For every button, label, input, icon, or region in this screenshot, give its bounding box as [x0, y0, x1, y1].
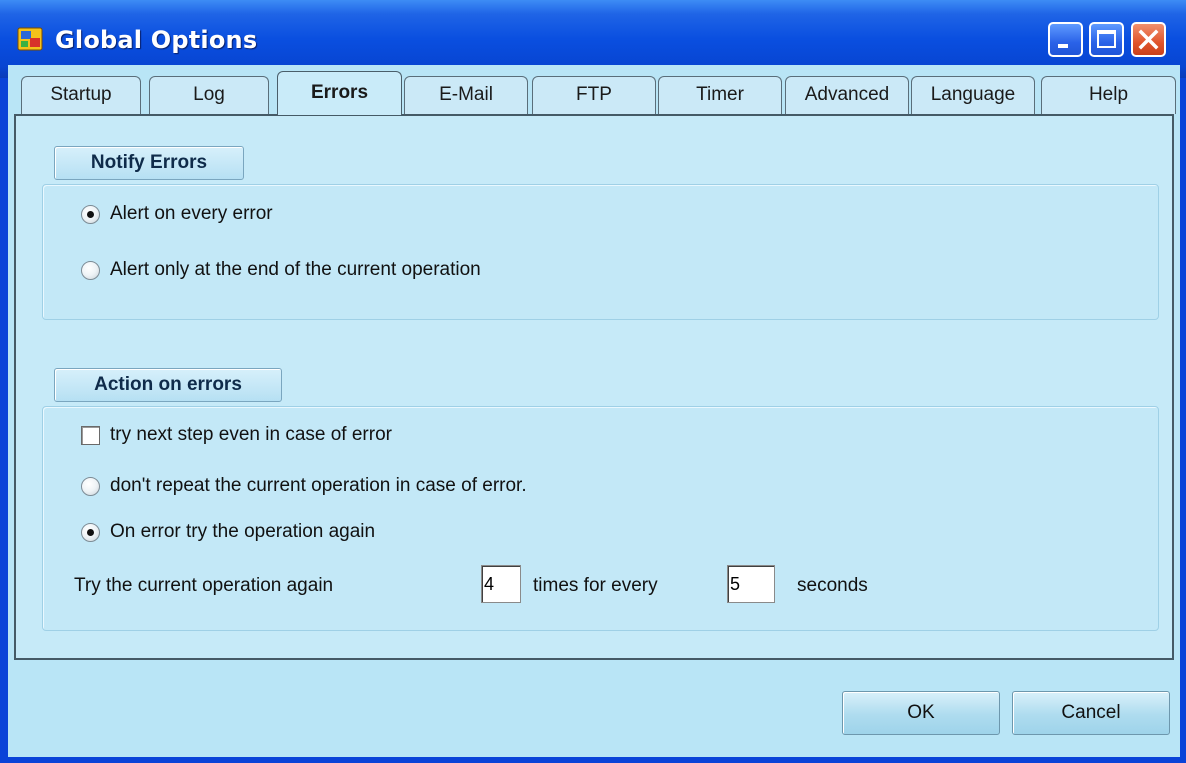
- alert-every-error-label[interactable]: Alert on every error: [110, 203, 273, 225]
- alert-every-error-radio[interactable]: [81, 205, 100, 224]
- tab-ftp[interactable]: FTP: [532, 76, 656, 114]
- window-title: Global Options: [55, 26, 258, 54]
- try-next-step-label[interactable]: try next step even in case of error: [110, 424, 392, 446]
- tab-language[interactable]: Language: [911, 76, 1035, 114]
- maximize-icon: [1097, 30, 1116, 48]
- cancel-button[interactable]: Cancel: [1012, 691, 1170, 735]
- maximize-button[interactable]: [1089, 22, 1124, 57]
- retry-times-label: times for every: [533, 575, 658, 596]
- alert-end-operation-radio[interactable]: [81, 261, 100, 280]
- minimize-icon: [1058, 44, 1068, 48]
- retry-seconds-input[interactable]: [727, 565, 775, 603]
- tab-startup[interactable]: Startup: [21, 76, 141, 114]
- retry-operation-label[interactable]: On error try the operation again: [110, 521, 375, 543]
- tab-errors[interactable]: Errors: [277, 71, 402, 115]
- tab-advanced[interactable]: Advanced: [785, 76, 909, 114]
- close-icon: [1138, 29, 1159, 50]
- try-next-step-checkbox[interactable]: [81, 426, 100, 445]
- retry-seconds-label: seconds: [797, 575, 868, 596]
- dont-repeat-label[interactable]: don't repeat the current operation in ca…: [110, 475, 527, 497]
- alert-end-operation-label[interactable]: Alert only at the end of the current ope…: [110, 259, 481, 281]
- retry-operation-radio[interactable]: [81, 523, 100, 542]
- global-options-window: Global Options Startup Log Errors E-Mail…: [0, 0, 1186, 763]
- app-icon: [17, 27, 43, 51]
- minimize-button[interactable]: [1048, 22, 1083, 57]
- tab-help[interactable]: Help: [1041, 76, 1176, 114]
- action-on-errors-group: try next step even in case of error don'…: [42, 406, 1159, 631]
- action-on-errors-heading: Action on errors: [54, 368, 282, 402]
- dont-repeat-radio[interactable]: [81, 477, 100, 496]
- tab-email[interactable]: E-Mail: [404, 76, 528, 114]
- errors-tab-panel: Notify Errors Alert on every error Alert…: [14, 114, 1174, 660]
- notify-errors-heading: Notify Errors: [54, 146, 244, 180]
- retry-prefix-label: Try the current operation again: [74, 575, 334, 596]
- notify-errors-group: Alert on every error Alert only at the e…: [42, 184, 1159, 320]
- retry-times-input[interactable]: [481, 565, 521, 603]
- tab-log[interactable]: Log: [149, 76, 269, 114]
- ok-button[interactable]: OK: [842, 691, 1000, 735]
- tab-timer[interactable]: Timer: [658, 76, 782, 114]
- close-button[interactable]: [1131, 22, 1166, 57]
- dialog-client-area: Startup Log Errors E-Mail FTP Timer Adva…: [8, 65, 1180, 757]
